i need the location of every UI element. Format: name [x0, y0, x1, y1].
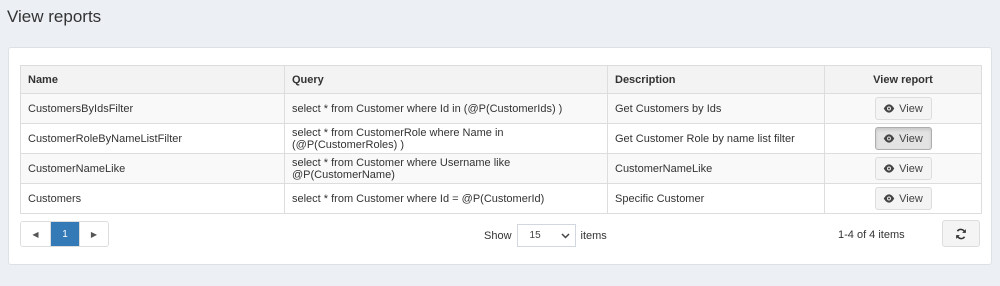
cell-name: CustomersByIdsFilter — [20, 93, 285, 124]
pagination: ◀ 1 ▶ — [20, 221, 109, 247]
chevron-down-icon — [561, 232, 570, 239]
refresh-button[interactable] — [942, 220, 980, 247]
cell-name: CustomerNameLike — [20, 153, 285, 184]
cell-view: View — [824, 93, 982, 124]
eye-icon — [883, 164, 895, 173]
reports-card: Name Query Description View report Custo… — [8, 47, 992, 265]
items-count: 1-4 of 4 items — [838, 229, 905, 241]
view-report-button[interactable]: View — [874, 157, 932, 180]
view-button-label: View — [899, 162, 923, 175]
table-row: CustomerNameLike select * from Customer … — [20, 153, 982, 184]
view-button-label: View — [899, 192, 923, 205]
cell-description: Get Customer Role by name list filter — [607, 123, 825, 154]
table-header-row: Name Query Description View report — [20, 65, 982, 94]
cell-view: View — [824, 183, 982, 214]
cell-name: Customers — [20, 183, 285, 214]
column-header-query: Query — [284, 65, 608, 94]
show-label: Show — [484, 229, 512, 242]
cell-description: Specific Customer — [607, 183, 825, 214]
cell-view: View — [824, 153, 982, 184]
eye-icon — [883, 134, 895, 143]
page-size-control: Show 15 items — [484, 224, 607, 247]
column-header-description: Description — [607, 65, 825, 94]
table-row: CustomerRoleByNameListFilter select * fr… — [20, 123, 982, 154]
view-report-button[interactable]: View — [874, 97, 932, 120]
column-header-name: Name — [20, 65, 285, 94]
cell-name: CustomerRoleByNameListFilter — [20, 123, 285, 154]
view-report-button[interactable]: View — [874, 187, 932, 210]
pager-prev-button[interactable]: ◀ — [21, 222, 50, 246]
page-title: View reports — [7, 7, 102, 26]
caret-right-icon: ▶ — [90, 229, 98, 239]
page-size-select[interactable]: 15 — [516, 224, 576, 247]
pager-page-1[interactable]: 1 — [50, 222, 79, 246]
table-row: Customers select * from Customer where I… — [20, 183, 982, 214]
caret-left-icon: ◀ — [32, 229, 39, 239]
items-label: items — [580, 229, 607, 242]
cell-query: select * from Customer where Username li… — [284, 153, 608, 184]
cell-view: View — [824, 123, 982, 154]
column-header-view-report: View report — [824, 65, 982, 94]
cell-query: select * from Customer where Id = @P(Cus… — [284, 183, 608, 214]
refresh-icon — [956, 228, 966, 239]
view-report-button[interactable]: View — [874, 127, 932, 150]
cell-description: Get Customers by Ids — [607, 93, 825, 124]
cell-description: CustomerNameLike — [607, 153, 825, 184]
eye-icon — [883, 104, 895, 113]
cell-query: select * from Customer where Id in (@P(C… — [284, 93, 608, 124]
reports-table: Name Query Description View report Custo… — [20, 65, 982, 214]
eye-icon — [883, 194, 895, 203]
page-size-value: 15 — [529, 230, 541, 241]
cell-query: select * from CustomerRole where Name in… — [284, 123, 608, 154]
view-button-label: View — [899, 132, 923, 145]
table-row: CustomersByIdsFilter select * from Custo… — [20, 93, 982, 124]
pager-next-button[interactable]: ▶ — [79, 222, 108, 246]
view-button-label: View — [899, 102, 923, 115]
